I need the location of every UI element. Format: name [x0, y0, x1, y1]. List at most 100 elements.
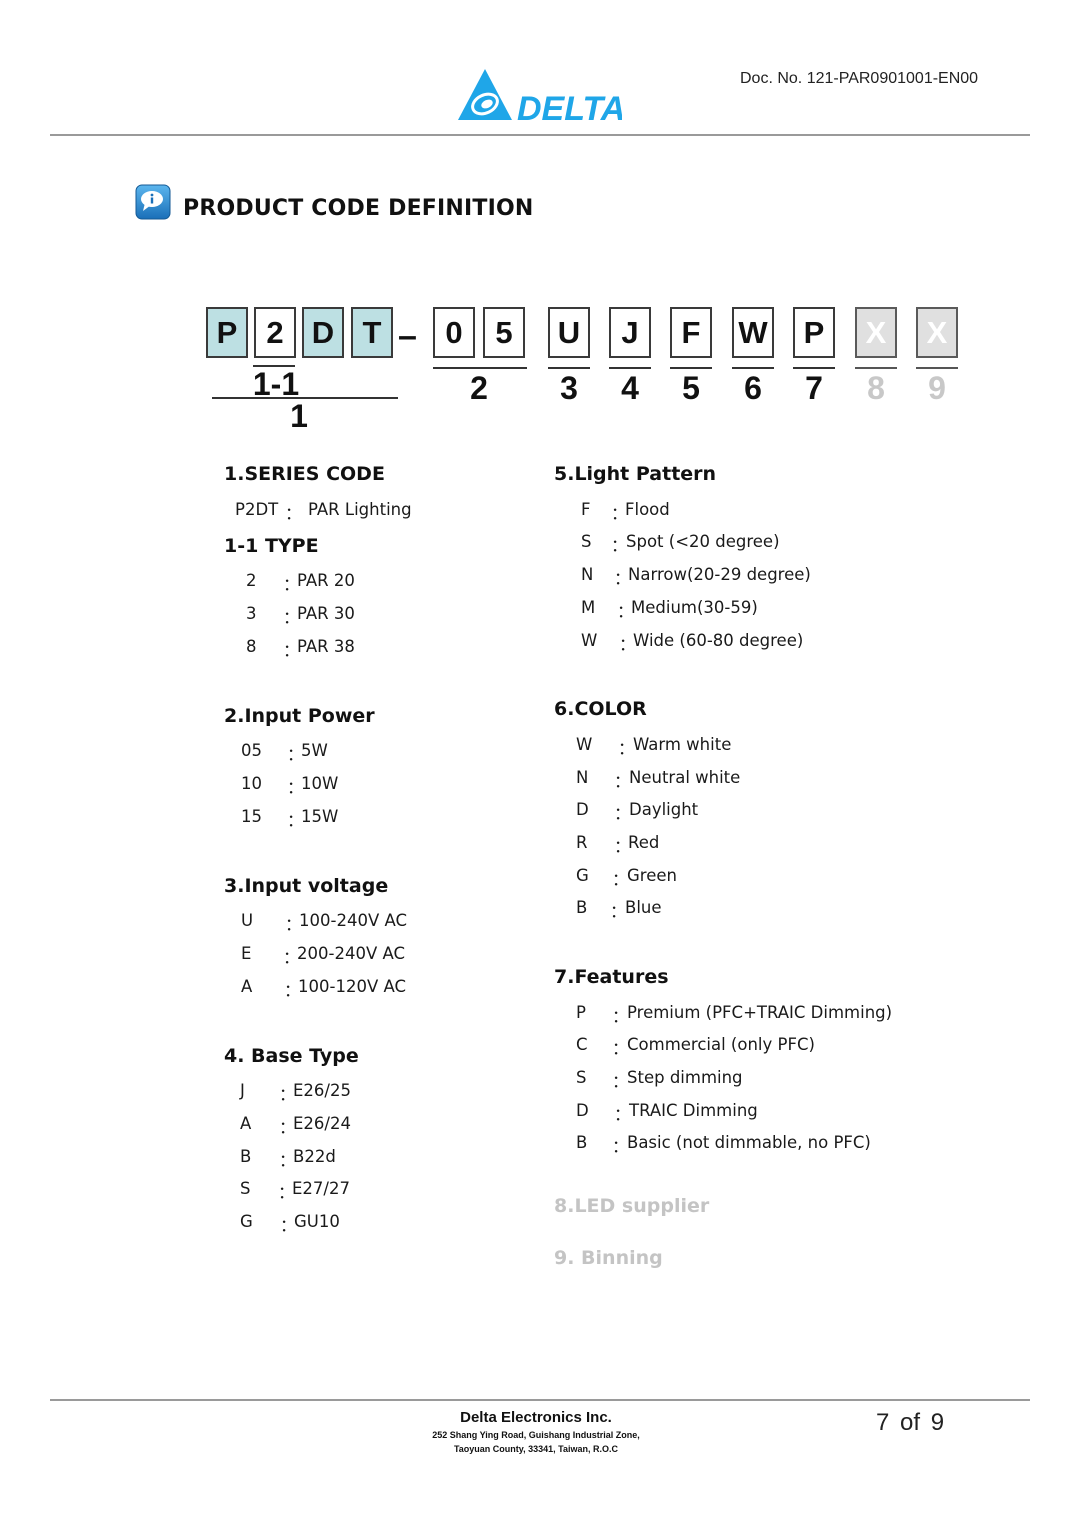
- features-key: P: [576, 1003, 586, 1022]
- input-power-key: 15: [241, 807, 262, 826]
- features-desc: Step dimming: [627, 1068, 743, 1087]
- code-box-voltage: U: [548, 307, 590, 358]
- base-type-row: G ： GU10: [240, 1212, 340, 1235]
- color-row: W ： Warm white: [576, 735, 731, 758]
- light-pattern-underline: [670, 367, 712, 369]
- colon: ：: [285, 504, 302, 523]
- page-title: PRODUCT CODE DEFINITION: [183, 196, 534, 221]
- color-desc: Green: [627, 866, 677, 885]
- code-box-series-4: T: [351, 307, 393, 358]
- features-row: B ： Basic (not dimmable, no PFC): [576, 1133, 871, 1156]
- color-row: D ： Daylight: [576, 800, 698, 823]
- code-box-power-1: 0: [433, 307, 475, 358]
- color-key: R: [576, 833, 588, 852]
- base-type-row: S ： E27/27: [240, 1179, 350, 1202]
- position-label-4: 4: [621, 370, 639, 406]
- type-desc: PAR 20: [297, 571, 355, 590]
- input-power-row: 15 ： 15W: [241, 807, 338, 830]
- code-box-series-1: P: [206, 307, 248, 358]
- section-title-type: 1-1 TYPE: [224, 535, 319, 557]
- input-power-desc: 5W: [301, 741, 328, 760]
- base-type-key: B: [240, 1147, 252, 1166]
- type-desc: PAR 30: [297, 604, 355, 623]
- color-key: W: [576, 735, 593, 754]
- color-key: D: [576, 800, 589, 819]
- light-pattern-desc: Medium(30-59): [631, 598, 758, 617]
- base-type-desc: B22d: [293, 1147, 336, 1166]
- code-box-binning: X: [916, 307, 958, 358]
- input-power-key: 10: [241, 774, 262, 793]
- light-pattern-desc: Flood: [625, 500, 670, 519]
- series-code-row: P2DT ： PAR Lighting: [235, 500, 412, 523]
- base-type-desc: E27/27: [292, 1179, 350, 1198]
- base-type-desc: E26/25: [293, 1081, 351, 1100]
- color-underline: [732, 367, 774, 369]
- base-type-row: J ： E26/25: [240, 1081, 351, 1104]
- light-pattern-row: N ： Narrow(20-29 degree): [581, 565, 811, 588]
- input-power-row: 05 ： 5W: [241, 741, 328, 764]
- features-key: B: [576, 1133, 588, 1152]
- position-label-5: 5: [682, 370, 700, 406]
- voltage-underline: [548, 367, 590, 369]
- color-desc: Neutral white: [629, 768, 741, 787]
- base-type-desc: E26/24: [293, 1114, 351, 1133]
- light-pattern-row: F ： Flood: [581, 500, 670, 523]
- section-title-color: 6.COLOR: [554, 698, 647, 720]
- footer-address-line1: 252 Shang Ying Road, Guishang Industrial…: [432, 1430, 640, 1440]
- input-power-row: 10 ： 10W: [241, 774, 338, 797]
- base-type-key: A: [240, 1114, 252, 1133]
- base-type-key: G: [240, 1212, 253, 1231]
- features-row: P ： Premium (PFC+TRAIC Dimming): [576, 1003, 892, 1026]
- led-supplier-underline: [855, 367, 897, 369]
- position-label-3: 3: [560, 370, 578, 406]
- position-label-9: 9: [928, 370, 946, 406]
- features-key: S: [576, 1068, 587, 1087]
- section-title-led-supplier: 8.LED supplier: [554, 1195, 710, 1217]
- input-power-key: 05: [241, 741, 262, 760]
- light-pattern-key: M: [581, 598, 596, 617]
- light-pattern-row: W ： Wide (60-80 degree): [581, 631, 803, 654]
- type-row: 8 ： PAR 38: [246, 637, 355, 660]
- light-pattern-desc: Wide (60-80 degree): [633, 631, 804, 650]
- color-desc: Red: [628, 833, 660, 852]
- color-row: G ： Green: [576, 866, 677, 889]
- color-desc: Warm white: [633, 735, 732, 754]
- color-desc: Daylight: [629, 800, 699, 819]
- code-box-features: P: [793, 307, 835, 358]
- color-key: G: [576, 866, 589, 885]
- features-underline: [793, 367, 835, 369]
- light-pattern-key: F: [581, 500, 591, 519]
- series-code-desc: PAR Lighting: [308, 500, 412, 519]
- type-key: 3: [246, 604, 257, 623]
- position-label-8: 8: [867, 370, 885, 406]
- base-type-row: A ： E26/24: [240, 1114, 351, 1137]
- binning-underline: [916, 367, 958, 369]
- section-title-series-code: 1.SERIES CODE: [224, 463, 385, 485]
- color-row: B ： Blue: [576, 898, 662, 921]
- features-desc: Commercial (only PFC): [627, 1035, 815, 1054]
- type-row: 3 ： PAR 30: [246, 604, 355, 627]
- code-separator: –: [398, 317, 417, 355]
- features-row: C ： Commercial (only PFC): [576, 1035, 815, 1058]
- code-box-light-pattern: F: [670, 307, 712, 358]
- input-voltage-row: A ： 100-120V AC: [241, 977, 406, 1000]
- features-key: C: [576, 1035, 588, 1054]
- input-power-desc: 15W: [301, 807, 339, 826]
- section-title-binning: 9. Binning: [554, 1247, 663, 1269]
- code-box-color: W: [732, 307, 774, 358]
- light-pattern-desc: Spot (<20 degree): [626, 532, 780, 551]
- info-chat-icon: [135, 184, 171, 220]
- section-title-features: 7.Features: [554, 966, 669, 988]
- position-label-1: 1: [290, 398, 308, 434]
- light-pattern-key: N: [581, 565, 594, 584]
- input-voltage-desc: 100-240V AC: [299, 911, 407, 930]
- section-title-input-power: 2.Input Power: [224, 705, 375, 727]
- base-type-desc: GU10: [294, 1212, 340, 1231]
- input-power-desc: 10W: [301, 774, 339, 793]
- section-title-light-pattern: 5.Light Pattern: [554, 463, 717, 485]
- code-box-led-supplier: X: [855, 307, 897, 358]
- code-box-series-3: D: [302, 307, 344, 358]
- code-box-base: J: [609, 307, 651, 358]
- power-underline: [433, 367, 527, 369]
- input-voltage-key: E: [241, 944, 252, 963]
